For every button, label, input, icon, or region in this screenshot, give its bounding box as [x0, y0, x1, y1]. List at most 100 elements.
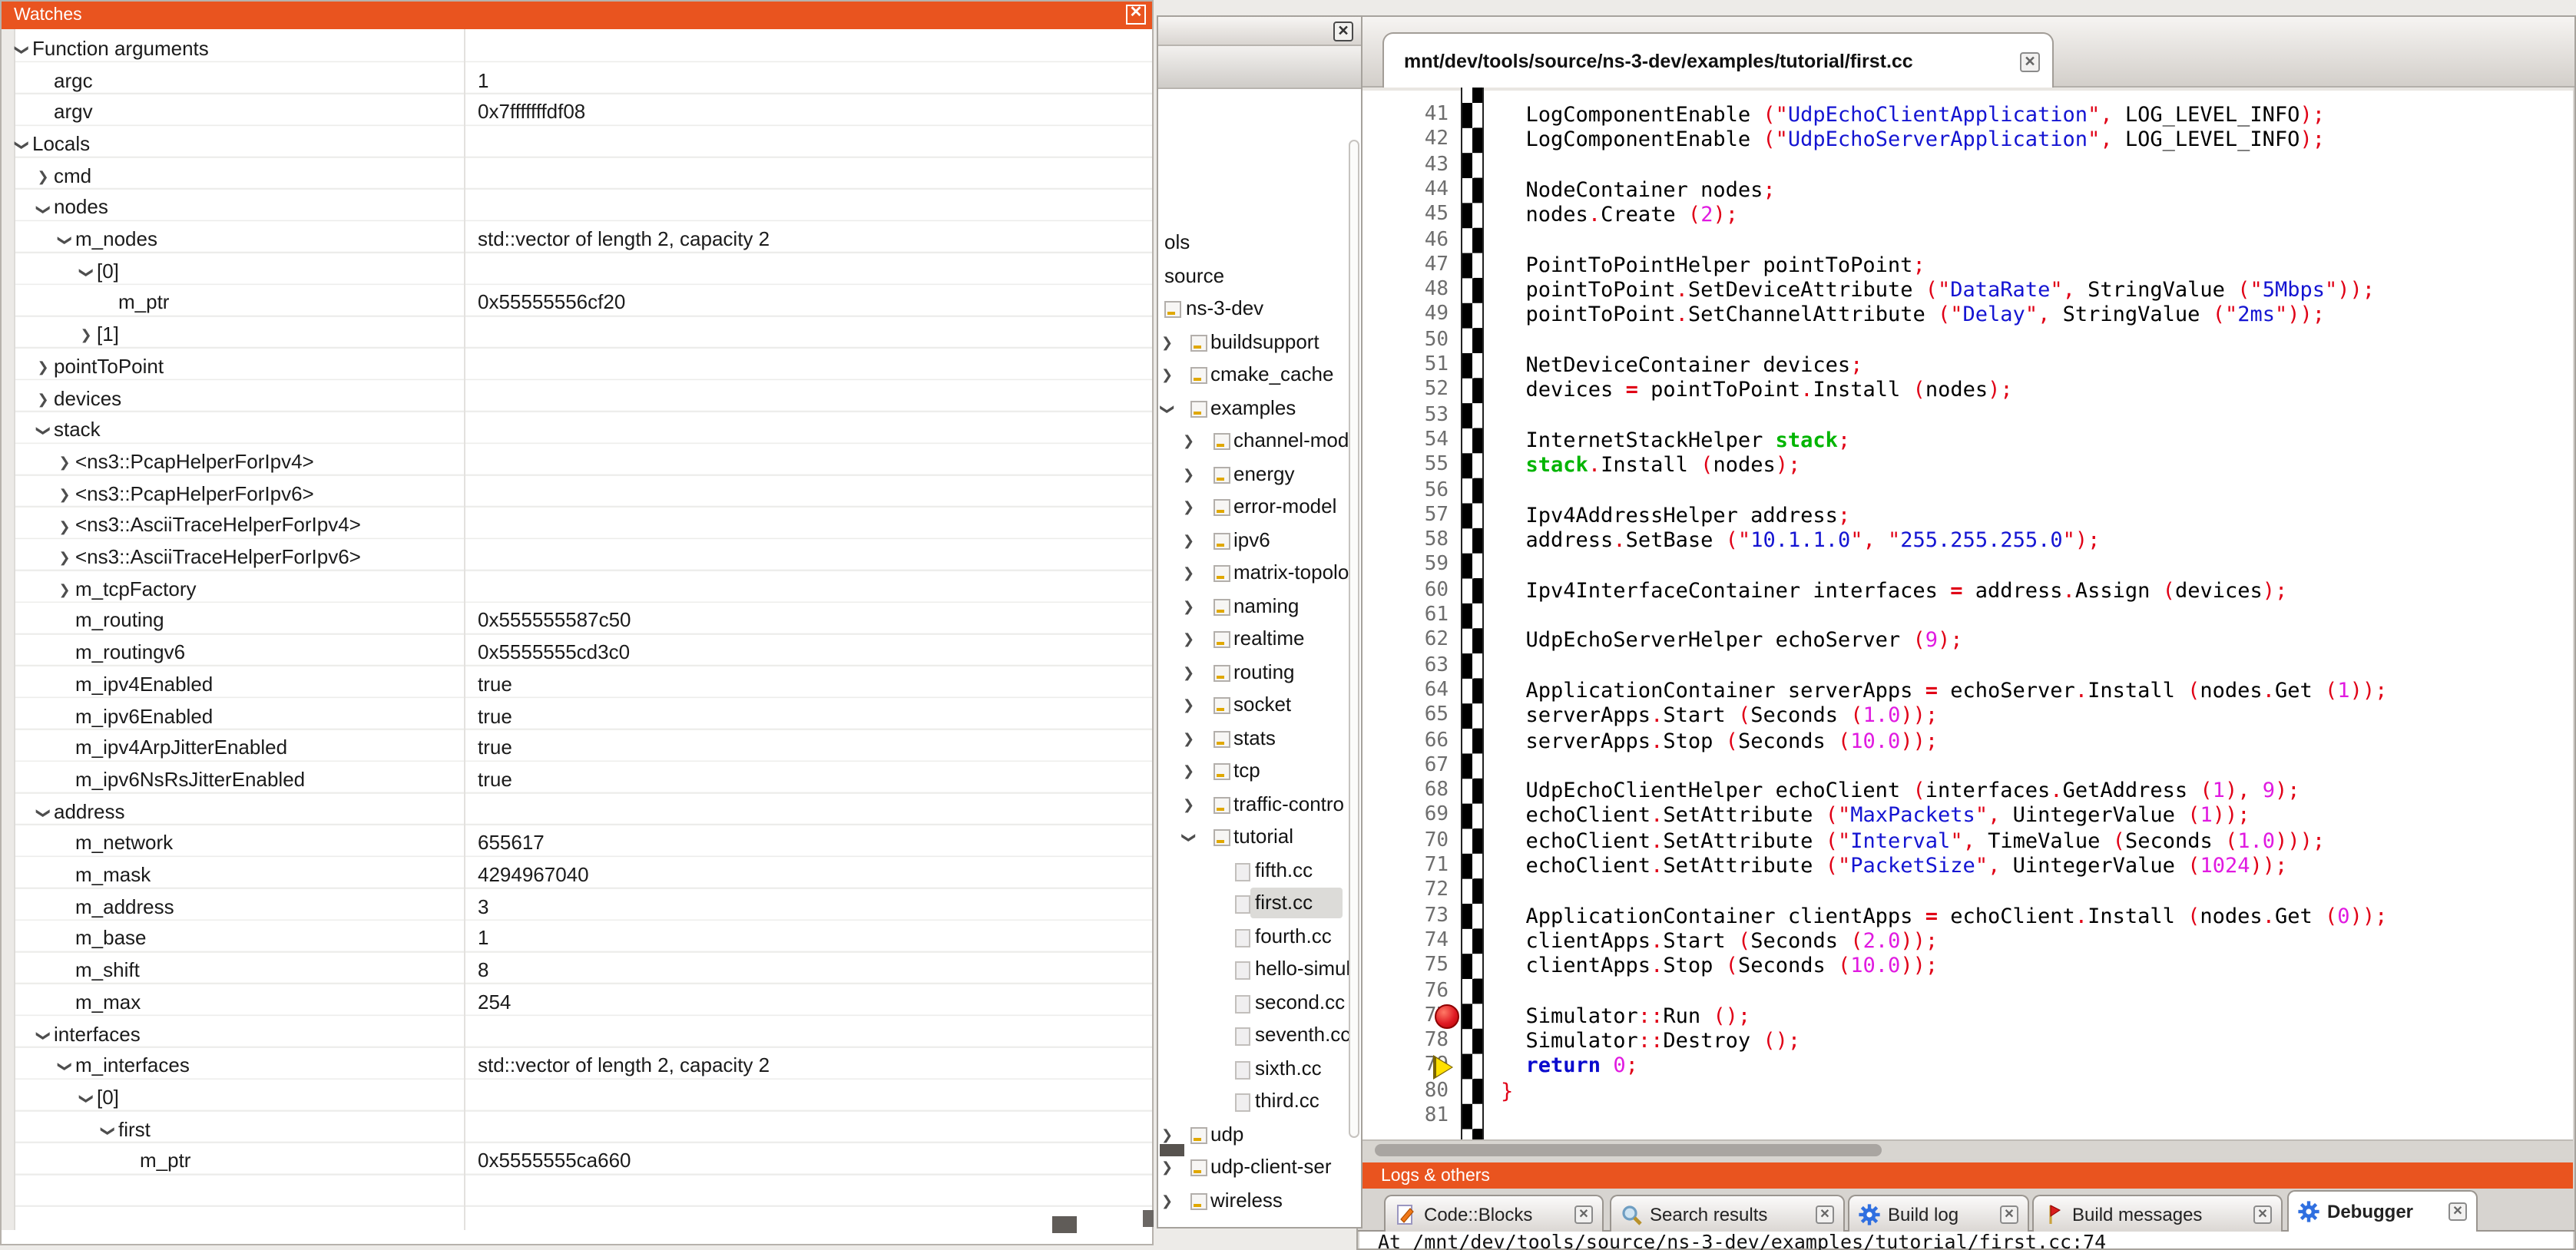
chevron-right-icon[interactable]: ❯	[57, 582, 72, 599]
chevron-down-icon[interactable]: ❯	[13, 42, 30, 58]
watch-row[interactable]: ❯m_nodesstd::vector of length 2, capacit…	[2, 223, 1152, 254]
chevron-down-icon[interactable]: ❯	[1159, 403, 1176, 415]
tree-item-matrix-topolo[interactable]: ❯matrix-topolo	[1158, 558, 1361, 591]
line-number[interactable]: 57	[1359, 504, 1449, 529]
tree-item-naming[interactable]: ❯naming	[1158, 591, 1361, 624]
watch-row[interactable]: ❯interfaces	[2, 1017, 1152, 1049]
watch-row[interactable]: ❯<ns3::AsciiTraceHelperForIpv4>	[2, 509, 1152, 541]
breakpoint-icon[interactable]	[1435, 1004, 1459, 1029]
tree-item-wireless[interactable]: ❯wireless	[1158, 1186, 1361, 1219]
chevron-right-icon[interactable]: ❯	[57, 550, 72, 567]
line-number[interactable]: 67	[1359, 754, 1449, 779]
watches-hscrollbar-thumb[interactable]	[1052, 1216, 1077, 1233]
line-number[interactable]: 54	[1359, 428, 1449, 454]
line-number[interactable]: 44	[1359, 178, 1449, 203]
chevron-down-icon[interactable]: ❯	[78, 265, 94, 280]
chevron-right-icon[interactable]: ❯	[1183, 533, 1194, 550]
line-number[interactable]: 50	[1359, 328, 1449, 353]
line-number[interactable]: 45	[1359, 203, 1449, 228]
close-icon[interactable]: ✕	[2020, 51, 2040, 71]
logs-tab-code-blocks[interactable]: Code::Blocks✕	[1384, 1195, 1604, 1232]
chevron-down-icon[interactable]: ❯	[99, 1123, 116, 1139]
watch-row[interactable]: m_ipv4ArpJitterEnabledtrue	[2, 732, 1152, 763]
tree-hscrollbar-thumb[interactable]	[1160, 1144, 1184, 1156]
line-number[interactable]: 43	[1359, 153, 1449, 178]
watch-row[interactable]: ❯m_interfacesstd::vector of length 2, ca…	[2, 1050, 1152, 1081]
tree-item-socket[interactable]: ❯socket	[1158, 690, 1361, 723]
tree-vscrollbar-thumb[interactable]	[1349, 140, 1359, 1138]
line-number[interactable]: 69	[1359, 804, 1449, 829]
chevron-right-icon[interactable]: ❯	[1161, 368, 1173, 385]
line-number[interactable]: 81	[1359, 1104, 1449, 1129]
chevron-down-icon[interactable]: ❯	[35, 1027, 51, 1043]
chevron-right-icon[interactable]: ❯	[1183, 698, 1194, 715]
tree-item-ipv6[interactable]: ❯ipv6	[1158, 525, 1361, 558]
line-number[interactable]: 63	[1359, 653, 1449, 679]
tree-item-ns-3-dev[interactable]: ns-3-dev	[1158, 294, 1361, 327]
watch-row[interactable]: ❯devices	[2, 382, 1152, 413]
chevron-right-icon[interactable]: ❯	[1161, 1160, 1173, 1177]
file-tree[interactable]: olssourcens-3-dev❯buildsupport❯cmake_cac…	[1158, 89, 1361, 1219]
line-number[interactable]: 62	[1359, 629, 1449, 654]
watch-row[interactable]: ❯[0]	[2, 1081, 1152, 1113]
editor-hscrollbar-thumb[interactable]	[1375, 1144, 1882, 1156]
watch-row[interactable]: m_ipv6Enabledtrue	[2, 699, 1152, 731]
watch-row[interactable]: m_shift8	[2, 954, 1152, 986]
chevron-right-icon[interactable]: ❯	[1183, 467, 1194, 484]
chevron-right-icon[interactable]: ❯	[57, 518, 72, 535]
tree-item-energy[interactable]: ❯energy	[1158, 459, 1361, 492]
watches-resize-grip[interactable]	[1143, 1210, 1154, 1227]
line-number[interactable]: 68	[1359, 779, 1449, 804]
line-number[interactable]: 56	[1359, 478, 1449, 504]
tree-item-source[interactable]: source	[1158, 261, 1361, 294]
line-number[interactable]: 76	[1359, 979, 1449, 1004]
tree-item-stats[interactable]: ❯stats	[1158, 723, 1361, 756]
chevron-right-icon[interactable]: ❯	[1183, 797, 1194, 814]
tree-item-fifth-cc[interactable]: fifth.cc	[1158, 855, 1361, 888]
line-number[interactable]: 59	[1359, 554, 1449, 579]
watch-row[interactable]: m_routingv60x5555555cd3c0	[2, 637, 1152, 668]
tree-item-realtime[interactable]: ❯realtime	[1158, 624, 1361, 657]
logs-tab-debugger[interactable]: Debugger✕	[2287, 1190, 2478, 1232]
line-number[interactable]: 52	[1359, 379, 1449, 404]
tree-item-second-cc[interactable]: second.cc	[1158, 987, 1361, 1020]
tree-item-seventh-cc[interactable]: seventh.cc	[1158, 1020, 1361, 1053]
watch-row[interactable]: m_ipv4Enabledtrue	[2, 668, 1152, 699]
logs-tab-build-log[interactable]: Build log✕	[1848, 1195, 2029, 1232]
tree-item-udp-client-ser[interactable]: ❯udp-client-ser	[1158, 1152, 1361, 1186]
watch-row[interactable]: m_max254	[2, 986, 1152, 1017]
chevron-right-icon[interactable]: ❯	[1161, 1193, 1173, 1210]
line-number[interactable]: 51	[1359, 353, 1449, 379]
chevron-right-icon[interactable]: ❯	[1183, 434, 1194, 451]
line-number[interactable]: 46	[1359, 228, 1449, 253]
close-icon[interactable]: ✕	[2253, 1205, 2272, 1223]
chevron-right-icon[interactable]: ❯	[1161, 1127, 1173, 1144]
watch-row[interactable]: m_mask4294967040	[2, 858, 1152, 890]
chevron-right-icon[interactable]: ❯	[78, 328, 94, 345]
tree-item-third-cc[interactable]: third.cc	[1158, 1086, 1361, 1119]
tree-item-examples[interactable]: ❯examples	[1158, 393, 1361, 426]
chevron-right-icon[interactable]: ❯	[57, 455, 72, 471]
chevron-right-icon[interactable]: ❯	[1161, 335, 1173, 352]
tree-item-tcp[interactable]: ❯tcp	[1158, 756, 1361, 789]
watch-row[interactable]: argc1	[2, 64, 1152, 95]
watches-tree[interactable]: ❯Function argumentsargc1argv0x7fffffffdf…	[2, 29, 1152, 1230]
watch-row[interactable]: ❯m_tcpFactory	[2, 573, 1152, 604]
tree-item-cmake-cache[interactable]: ❯cmake_cache	[1158, 360, 1361, 393]
watch-row[interactable]: ❯nodes	[2, 191, 1152, 223]
line-number[interactable]: 41	[1359, 103, 1449, 128]
watch-row[interactable]: ❯[1]	[2, 319, 1152, 350]
line-number[interactable]: 58	[1359, 528, 1449, 554]
chevron-down-icon[interactable]: ❯	[78, 1091, 94, 1106]
watch-row[interactable]: ❯stack	[2, 414, 1152, 445]
watches-titlebar[interactable]: Watches ✕	[2, 2, 1152, 29]
tree-item-ols[interactable]: ols	[1158, 228, 1361, 261]
chevron-right-icon[interactable]: ❯	[1183, 731, 1194, 748]
chevron-right-icon[interactable]: ❯	[1183, 566, 1194, 583]
line-number[interactable]: 80	[1359, 1079, 1449, 1104]
tree-titlebar[interactable]: ✕	[1158, 17, 1361, 46]
chevron-down-icon[interactable]: ❯	[35, 805, 51, 821]
line-number[interactable]: 49	[1359, 303, 1449, 329]
close-icon[interactable]: ✕	[1816, 1205, 1834, 1223]
tree-item-error-model[interactable]: ❯error-model	[1158, 492, 1361, 525]
